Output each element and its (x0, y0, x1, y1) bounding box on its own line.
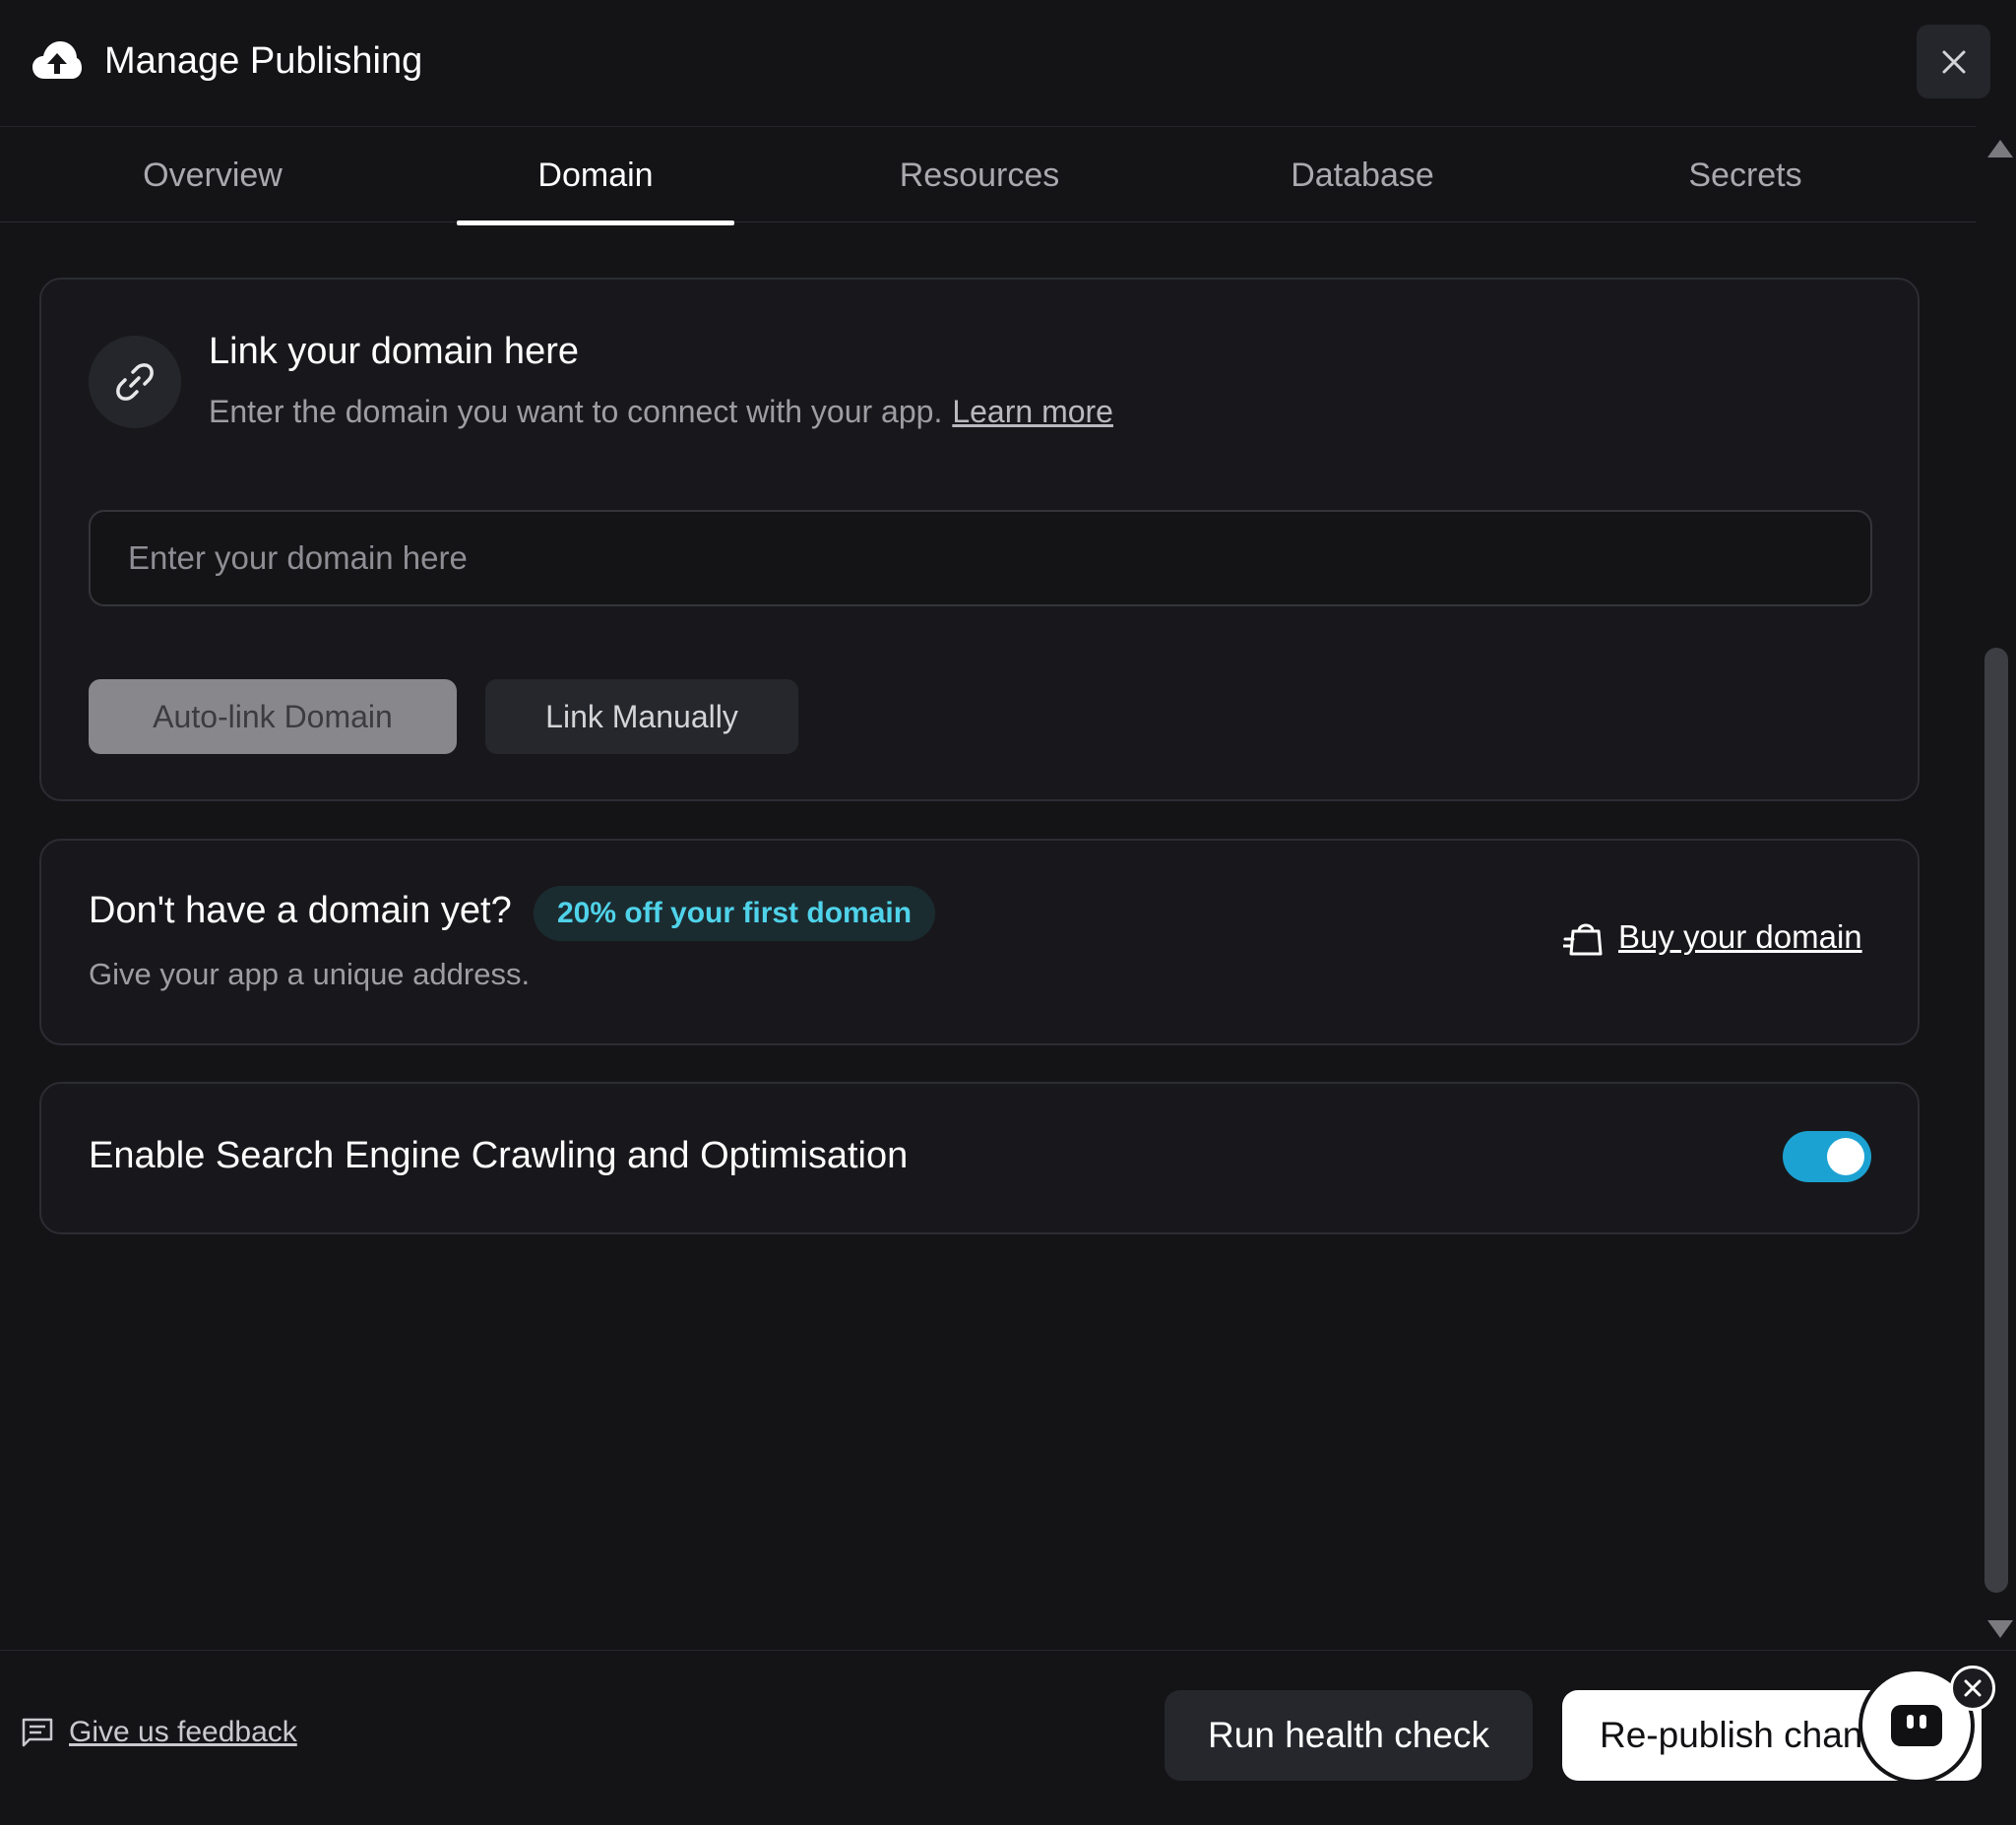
assistant-close-button[interactable] (1950, 1666, 1995, 1711)
dialog-footer: Give us feedback Run health check Re-pub… (0, 1650, 2016, 1825)
buy-domain-description: Give your app a unique address. (89, 957, 531, 991)
link-domain-title: Link your domain here (209, 331, 579, 372)
seo-label: Enable Search Engine Crawling and Optimi… (89, 1135, 909, 1176)
scroll-up-arrow-icon[interactable] (1987, 140, 2013, 157)
auto-link-domain-button[interactable]: Auto-link Domain (89, 679, 457, 754)
tab-domain[interactable]: Domain (457, 127, 734, 225)
tab-database[interactable]: Database (1224, 127, 1501, 223)
link-manually-button[interactable]: Link Manually (485, 679, 798, 754)
scroll-down-arrow-icon[interactable] (1987, 1620, 2013, 1638)
shopping-bag-icon (1563, 923, 1603, 956)
link-domain-description: Enter the domain you want to connect wit… (209, 394, 1113, 430)
feedback-label[interactable]: Give us feedback (69, 1716, 297, 1749)
buy-domain-label[interactable]: Buy your domain (1618, 918, 1862, 956)
close-icon (1964, 1679, 1982, 1697)
scrollbar[interactable] (1976, 126, 2016, 1650)
dialog-title: Manage Publishing (104, 40, 423, 82)
tab-bar: Overview Domain Resources Database Secre… (0, 126, 1976, 225)
link-domain-description-text: Enter the domain you want to connect wit… (209, 394, 943, 429)
feedback-link[interactable]: Give us feedback (22, 1716, 297, 1749)
tab-resources[interactable]: Resources (841, 127, 1118, 223)
toggle-knob (1827, 1138, 1864, 1175)
cloud-upload-icon (32, 41, 82, 79)
tab-secrets[interactable]: Secrets (1606, 127, 1884, 223)
buy-domain-link[interactable]: Buy your domain (1563, 917, 1862, 957)
seo-card: Enable Search Engine Crawling and Optimi… (39, 1082, 1920, 1234)
seo-toggle[interactable] (1783, 1131, 1871, 1182)
message-icon (22, 1718, 53, 1747)
scrollbar-thumb[interactable] (1984, 648, 2008, 1593)
assistant-bot-icon (1891, 1705, 1942, 1746)
learn-more-link[interactable]: Learn more (952, 394, 1113, 429)
domain-input[interactable] (89, 510, 1872, 606)
buy-domain-card: Don't have a domain yet? 20% off your fi… (39, 839, 1920, 1045)
run-health-check-button[interactable]: Run health check (1165, 1690, 1533, 1781)
link-icon (116, 363, 154, 401)
close-button[interactable] (1917, 25, 1990, 98)
link-domain-card: Link your domain here Enter the domain y… (39, 278, 1920, 801)
tab-overview[interactable]: Overview (74, 127, 351, 223)
link-icon-badge (89, 336, 181, 428)
close-icon (1942, 50, 1965, 73)
dialog-header: Manage Publishing (0, 0, 2016, 126)
buy-domain-title: Don't have a domain yet? (89, 890, 512, 931)
promo-badge: 20% off your first domain (534, 886, 936, 941)
